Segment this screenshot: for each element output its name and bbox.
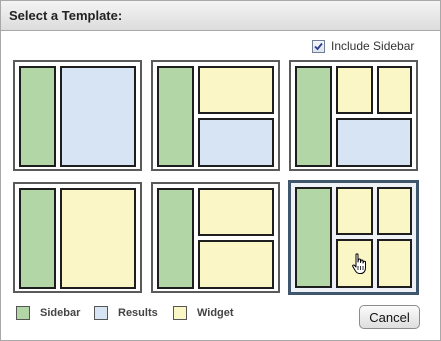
zone-sidebar <box>19 188 56 289</box>
zone-widget <box>377 239 412 288</box>
zone-widget <box>198 188 274 236</box>
zone-widget <box>198 240 274 289</box>
include-sidebar-toggle[interactable]: Include Sidebar <box>312 38 414 54</box>
zone-widget <box>377 66 412 114</box>
template-sidebar-two-widgets-results[interactable] <box>289 60 418 171</box>
include-sidebar-label: Include Sidebar <box>331 39 415 53</box>
template-sidebar-four-widgets[interactable] <box>288 180 419 295</box>
zone-widget <box>336 66 373 114</box>
legend-widget: Widget <box>173 306 234 320</box>
zone-widget <box>60 188 136 289</box>
dialog-title: Select a Template: <box>9 8 123 23</box>
cancel-button[interactable]: Cancel <box>359 305 420 329</box>
zone-results <box>60 66 136 167</box>
legend-results: Results <box>94 306 158 320</box>
zone-sidebar <box>157 66 194 167</box>
legend-sidebar: Sidebar <box>16 306 80 320</box>
zone-results <box>198 118 274 167</box>
dialog-titlebar: Select a Template: <box>1 1 440 31</box>
zone-sidebar <box>157 188 194 289</box>
template-dialog: Select a Template: Include Sidebar Sideb… <box>0 0 441 341</box>
legend-widget-label: Widget <box>197 307 234 319</box>
sidebar-swatch <box>16 306 30 320</box>
template-sidebar-widget-results[interactable] <box>151 60 280 171</box>
template-sidebar-results[interactable] <box>13 60 142 171</box>
zone-results <box>336 118 412 167</box>
zone-widget <box>198 66 274 114</box>
zone-widget <box>336 187 373 235</box>
legend-results-label: Results <box>118 307 158 319</box>
include-sidebar-checkbox[interactable] <box>312 39 325 53</box>
template-sidebar-two-widgets-stacked[interactable] <box>151 182 280 293</box>
zone-widget <box>377 187 412 235</box>
template-sidebar-widget[interactable] <box>13 182 142 293</box>
checkmark-icon <box>314 42 323 50</box>
legend-sidebar-label: Sidebar <box>40 307 81 319</box>
hand-pointer-icon <box>352 253 366 274</box>
results-swatch <box>94 306 108 320</box>
zone-sidebar <box>295 187 332 288</box>
zone-sidebar <box>19 66 56 167</box>
zone-sidebar <box>295 66 332 167</box>
widget-swatch <box>173 306 187 320</box>
